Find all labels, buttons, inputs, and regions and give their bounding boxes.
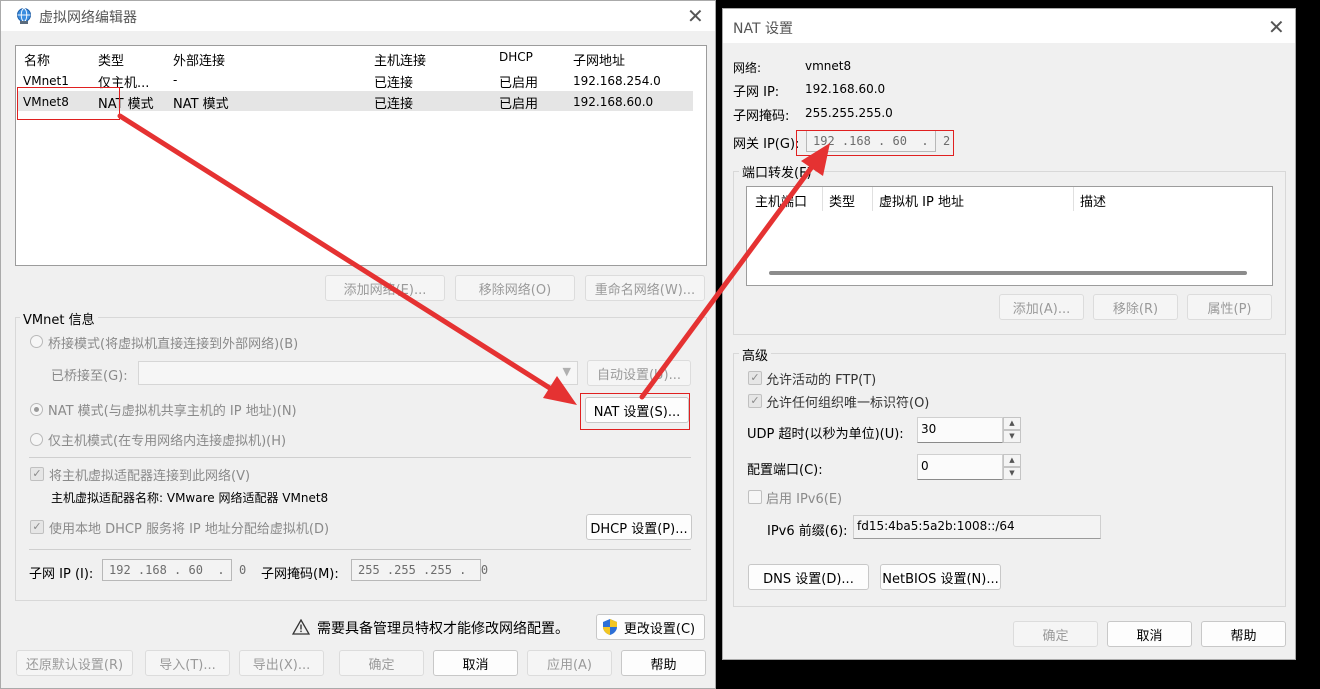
annotation-arrows [117, 113, 830, 405]
arrow-vmnet8-to-nat-settings [117, 113, 559, 395]
arrowhead-icon [543, 376, 577, 405]
arrowhead-icon [801, 143, 830, 176]
arrow-nat-settings-to-gateway [639, 157, 820, 400]
